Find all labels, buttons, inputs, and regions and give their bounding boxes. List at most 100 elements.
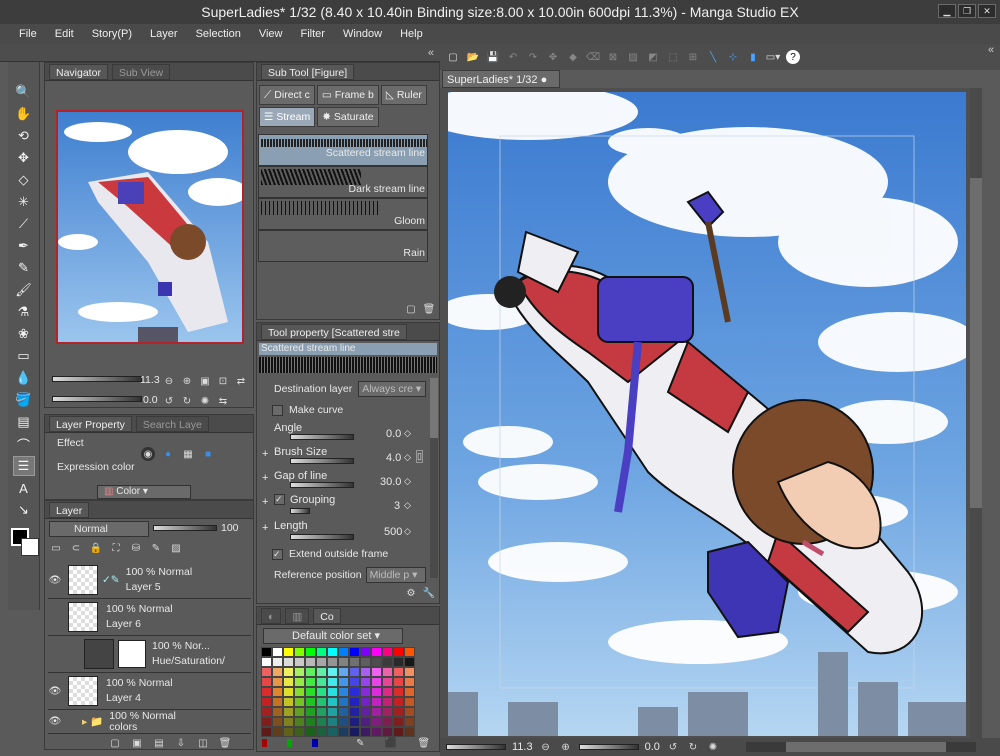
blend-tool-icon[interactable]: 💧 <box>13 368 35 388</box>
visibility-eye-icon[interactable]: 👁 <box>48 575 62 586</box>
palette-swatch[interactable] <box>371 677 382 687</box>
zoom-out-icon[interactable]: ⊖ <box>162 374 176 388</box>
palette-swatch[interactable] <box>261 657 272 667</box>
red-swatch-icon[interactable] <box>262 739 268 747</box>
palette-swatch[interactable] <box>327 657 338 667</box>
reset-rotation-icon[interactable]: ✺ <box>198 394 212 408</box>
palette-swatch[interactable] <box>371 647 382 657</box>
palette-swatch[interactable] <box>283 677 294 687</box>
tab-search-layer[interactable]: Search Laye <box>135 415 209 432</box>
menu-filter[interactable]: Filter <box>292 24 334 44</box>
palette-swatch[interactable] <box>283 707 294 717</box>
palette-swatch[interactable] <box>382 657 393 667</box>
snap-ruler-icon[interactable]: ╲ <box>706 50 720 64</box>
grouping-checkbox[interactable]: ✓ <box>274 494 285 505</box>
delete-subtool-icon[interactable]: 🗑 <box>422 302 436 316</box>
angle-value[interactable]: 0.0 <box>386 428 401 440</box>
subtool-item-dark[interactable]: Dark stream line <box>258 166 428 198</box>
palette-swatch[interactable] <box>261 707 272 717</box>
palette-swatch[interactable] <box>393 647 404 657</box>
palette-swatch[interactable] <box>382 647 393 657</box>
snap-icon[interactable]: ⊞ <box>686 50 700 64</box>
length-stepper-icon[interactable]: ◇ <box>404 526 411 537</box>
palette-swatch[interactable] <box>349 677 360 687</box>
palette-swatch[interactable] <box>404 697 415 707</box>
visibility-eye-icon[interactable]: 👁 <box>48 716 62 727</box>
settings-icon[interactable]: ⚙ <box>404 586 418 600</box>
layer-row-colors-folder[interactable]: 👁 ▸ 📁 100 % Normal colors <box>48 710 251 734</box>
palette-swatch[interactable] <box>404 717 415 727</box>
new-subtool-icon[interactable]: ▢ <box>404 302 418 316</box>
menu-view[interactable]: View <box>250 24 292 44</box>
color-set-select[interactable]: Default color set ▾ <box>263 628 403 644</box>
undo-icon[interactable]: ↶ <box>506 50 520 64</box>
palette-swatch[interactable] <box>393 717 404 727</box>
snap-grid-icon[interactable]: ▮ <box>746 50 760 64</box>
color-palette-grid[interactable] <box>261 647 423 737</box>
palette-swatch[interactable] <box>327 647 338 657</box>
saturate-button[interactable]: ✸ Saturate <box>317 107 379 127</box>
destination-select[interactable]: Always cre ▾ <box>358 381 427 397</box>
color-swatches[interactable] <box>9 526 39 558</box>
sub-color-swatch[interactable] <box>20 538 39 556</box>
palette-swatch[interactable] <box>294 667 305 677</box>
layer-opacity-slider[interactable] <box>153 525 217 531</box>
frame-border-button[interactable]: ▭ Frame b <box>316 85 379 105</box>
palette-swatch[interactable] <box>360 667 371 677</box>
palette-swatch[interactable] <box>360 717 371 727</box>
palette-swatch[interactable] <box>327 717 338 727</box>
palette-swatch[interactable] <box>283 647 294 657</box>
layer-row-layer-5[interactable]: 👁 ✓✎ 100 % Normal Layer 5 <box>48 562 251 599</box>
fill-tool-icon[interactable]: 🪣 <box>13 390 35 410</box>
palette-swatch[interactable] <box>272 657 283 667</box>
transform-icon[interactable]: ✥ <box>546 50 560 64</box>
gradient-tool-icon[interactable]: ▤ <box>13 412 35 432</box>
palette-swatch[interactable] <box>371 667 382 677</box>
palette-swatch[interactable] <box>305 717 316 727</box>
palette-swatch[interactable] <box>360 697 371 707</box>
invert-icon[interactable]: ◩ <box>646 50 660 64</box>
balloon-tool-icon[interactable]: ↘ <box>13 500 35 520</box>
visibility-eye-icon[interactable]: 👁 <box>48 686 62 697</box>
palette-swatch[interactable] <box>272 677 283 687</box>
palette-swatch[interactable] <box>338 647 349 657</box>
eraser-icon[interactable]: ▭ <box>13 346 35 366</box>
tab-sub-view[interactable]: Sub View <box>111 63 171 80</box>
tab-layer[interactable]: Layer <box>49 501 90 518</box>
eyedropper-icon[interactable]: ⟋ <box>13 214 35 234</box>
stream-line-tool-icon[interactable]: ☰ <box>12 456 35 476</box>
open-file-icon[interactable]: 📂 <box>466 50 480 64</box>
palette-swatch[interactable] <box>305 677 316 687</box>
close-tab-icon[interactable]: ● <box>541 74 548 86</box>
reference-position-select[interactable]: Middle p ▾ <box>365 567 426 583</box>
palette-swatch[interactable] <box>294 697 305 707</box>
palette-swatch[interactable] <box>261 647 272 657</box>
gap-value[interactable]: 30.0 <box>380 476 401 488</box>
palette-swatch[interactable] <box>316 707 327 717</box>
layer-row-layer-6[interactable]: 100 % Normal Layer 6 <box>48 599 251 636</box>
menu-selection[interactable]: Selection <box>187 24 250 44</box>
menu-file[interactable]: File <box>10 24 46 44</box>
palette-swatch[interactable] <box>305 667 316 677</box>
palette-swatch[interactable] <box>316 687 327 697</box>
palette-swatch[interactable] <box>272 697 283 707</box>
palette-swatch[interactable] <box>327 687 338 697</box>
pressure-icon[interactable]: ▯ <box>416 450 423 463</box>
grouping-stepper-icon[interactable]: ◇ <box>404 500 411 511</box>
fit-window-icon[interactable]: ⊡ <box>216 374 230 388</box>
make-curve-checkbox[interactable] <box>272 404 283 416</box>
palette-swatch[interactable] <box>393 677 404 687</box>
blend-mode-select[interactable]: Normal <box>49 521 149 537</box>
palette-swatch[interactable] <box>404 707 415 717</box>
tab-color-slider[interactable]: ▥ <box>285 607 310 624</box>
subtool-item-gloom[interactable]: Gloom <box>258 198 428 230</box>
palette-swatch[interactable] <box>371 717 382 727</box>
palette-swatch[interactable] <box>338 697 349 707</box>
mask-icon[interactable]: ▨ <box>169 541 183 555</box>
deselect-icon[interactable]: ▨ <box>626 50 640 64</box>
new-raster-layer-icon[interactable]: ▢ <box>108 736 122 750</box>
palette-swatch[interactable] <box>360 657 371 667</box>
palette-swatch[interactable] <box>382 687 393 697</box>
lock-alpha-icon[interactable]: ⛶ <box>109 541 123 555</box>
angle-stepper-icon[interactable]: ◇ <box>404 428 411 439</box>
